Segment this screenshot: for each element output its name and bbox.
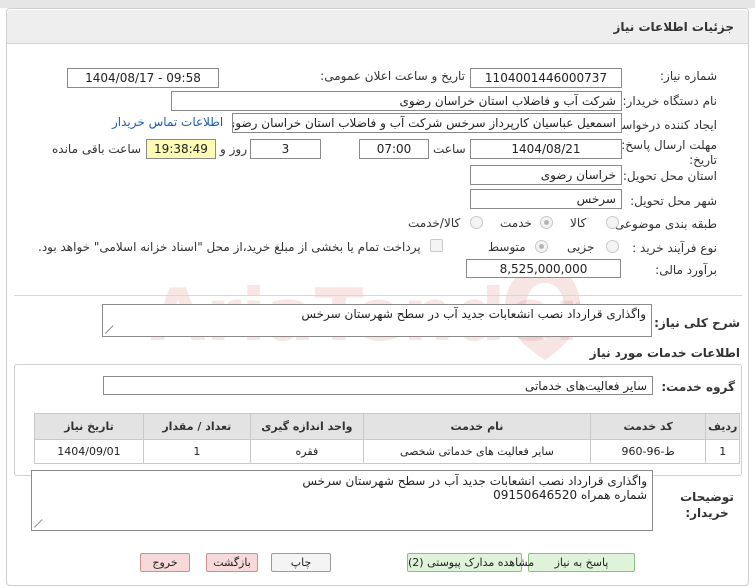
province-field: خراسان رضوی (470, 165, 622, 185)
panel-title: جزئیات اطلاعات نیاز (613, 20, 734, 34)
category-radio-service[interactable] (540, 216, 553, 229)
announce-date-field: 1404/08/17 - 09:58 (67, 68, 219, 88)
province-label: استان محل تحویل: (622, 169, 717, 183)
col-row-header: ردیف (705, 413, 740, 440)
remaining-label: ساعت باقی مانده (52, 142, 142, 156)
city-field: سرخس (470, 189, 622, 209)
summary-label: شرح کلی نیاز: (654, 316, 740, 330)
panel-header: جزئیات اطلاعات نیاز (7, 10, 748, 44)
resize-grip-icon[interactable] (105, 325, 113, 333)
deadline-hour-label: ساعت (433, 142, 466, 156)
col-date-header: تاریخ نیاز (34, 413, 144, 440)
services-table: ردیف کد خدمت نام خدمت واحد اندازه گیری ت… (34, 413, 740, 464)
buyer-org-label: نام دستگاه خریدار: (622, 94, 718, 108)
buyer-notes-label: توضیحات خریدار: (680, 490, 734, 520)
service-group-field: سایر فعالیت‌های خدماتی (103, 376, 653, 395)
col-qty-header: تعداد / مقدار (142, 413, 251, 440)
city-label: شهر محل تحویل: (630, 194, 717, 208)
treasury-payment-checkbox[interactable] (430, 239, 443, 252)
days-field: 3 (250, 139, 321, 159)
category-option-goods-service: کالا/خدمت (408, 216, 461, 230)
estimate-field: 8,525,000,000 (466, 259, 621, 278)
treasury-payment-note: پرداخت تمام یا بخشی از مبلغ خرید،از محل … (38, 240, 421, 254)
process-radio-medium[interactable] (535, 240, 548, 253)
col-unit-header: واحد اندازه گیری (249, 413, 365, 440)
cell-qty: 1 (142, 439, 251, 464)
reply-button[interactable]: پاسخ به نیاز (528, 553, 635, 572)
remaining-time-field: 19:38:49 (146, 139, 216, 159)
creator-field: اسمعیل عباسیان کارپرداز سرخس شرکت آب و ف… (232, 113, 622, 133)
cell-code: ط-96-960 (589, 439, 707, 464)
estimate-label: برآورد مالی: (655, 263, 717, 277)
table-row: 1 ط-96-960 سایر فعالیت های خدماتی شخصی ف… (34, 439, 740, 464)
cell-row: 1 (705, 439, 740, 464)
buyer-org-field: شرکت آب و فاضلاب استان خراسان رضوی (171, 91, 622, 111)
process-option-minor: جزیی (567, 240, 595, 254)
need-number-field: 1104001446000737 (470, 68, 622, 88)
category-radio-goods[interactable] (606, 216, 619, 229)
top-strip (0, 0, 755, 8)
deadline-date-field: 1404/08/21 (470, 139, 622, 159)
back-button[interactable]: بازگشت (206, 553, 258, 572)
col-code-header: کد خدمت (589, 413, 707, 440)
cell-unit: فقره (249, 439, 365, 464)
print-button[interactable]: چاپ (271, 553, 331, 572)
col-name-header: نام خدمت (363, 413, 591, 440)
buyer-notes-textarea[interactable]: واگذاری قرارداد نصب انشعابات جدید آب در … (31, 470, 653, 531)
buyer-contact-link[interactable]: اطلاعات تماس خریدار (112, 115, 223, 129)
table-header-row: ردیف کد خدمت نام خدمت واحد اندازه گیری ت… (34, 413, 740, 440)
services-section-title: اطلاعات خدمات مورد نیاز (589, 346, 740, 360)
buyer-notes-line-2: شماره همراه 09150646520 (493, 488, 647, 502)
deadline-time-field: 07:00 (359, 139, 429, 159)
announce-date-label: تاریخ و ساعت اعلان عمومی: (320, 69, 465, 83)
need-number-label: شماره نیاز: (660, 69, 717, 83)
service-group-label: گروه خدمت: (661, 380, 735, 394)
category-option-service: خدمت (500, 216, 532, 230)
cell-name: سایر فعالیت های خدماتی شخصی (363, 439, 591, 464)
cell-date: 1404/09/01 (34, 439, 144, 464)
category-radio-goods-service[interactable] (470, 216, 483, 229)
resize-grip-icon[interactable] (34, 519, 42, 527)
days-label: روز و (220, 142, 247, 156)
process-option-medium: متوسط (488, 240, 526, 254)
process-radio-minor[interactable] (606, 240, 619, 253)
summary-textarea[interactable]: واگذاری قرارداد نصب انشعابات جدید آب در … (102, 304, 652, 337)
category-option-goods: کالا (570, 216, 587, 230)
process-label: نوع فرآیند خرید : (632, 241, 717, 255)
exit-button[interactable]: خروج (140, 553, 190, 572)
creator-label: ایجاد کننده درخواست: (606, 118, 717, 132)
attachments-button[interactable]: مشاهده مدارک پیوستی (2) (407, 553, 534, 572)
buyer-notes-line-1: واگذاری قرارداد نصب انشعابات جدید آب در … (302, 474, 647, 488)
divider (14, 295, 742, 296)
category-label: طبقه بندی موضوعی: (610, 217, 717, 231)
